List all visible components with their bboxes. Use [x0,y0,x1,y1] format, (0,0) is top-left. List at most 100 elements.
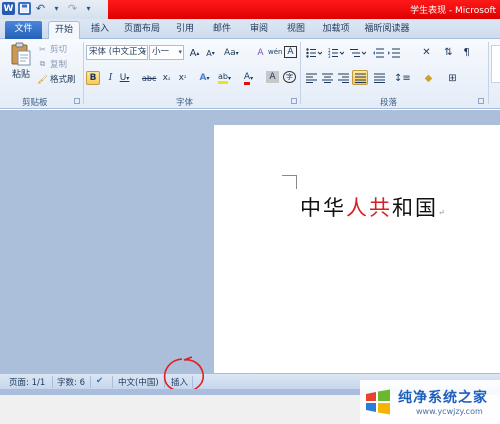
window-title: 学生表现 - Microsoft [410,6,496,16]
tab-mailings[interactable]: 邮件 [208,21,236,39]
italic-button[interactable]: I [104,71,117,85]
clear-formatting-button[interactable]: A [254,46,267,60]
italic-label: I [108,73,113,83]
multilevel-list-icon[interactable] [350,48,366,58]
scissors-icon: ✂ [39,44,46,54]
format-painter-icon: 🖌 [37,74,48,84]
tab-foxit-reader[interactable]: 福昕阅读器 [361,21,413,39]
tab-insert[interactable]: 插入 [86,21,114,39]
status-divider [112,376,113,388]
font-color-button[interactable]: A ▾ [242,71,255,85]
subscript-button[interactable]: x₂ [160,71,173,85]
shading-icon[interactable]: ◆ [422,71,435,85]
font-size-combo[interactable]: 小一 ▾ [149,45,184,60]
text-segment: 和国 [392,196,438,220]
undo-dropdown-icon[interactable]: ▾ [50,2,63,15]
word-app-icon[interactable]: W [2,2,15,15]
superscript-button[interactable]: x² [176,71,189,85]
character-shading-button[interactable]: A [266,71,279,83]
proofing-icon[interactable]: ✔ [96,376,103,386]
status-word-count[interactable]: 字数: 6 [57,376,85,388]
tab-file[interactable]: 文件 [5,21,42,39]
styles-gallery[interactable] [491,45,500,83]
change-case-label: Aa [224,48,236,58]
margin-crop-mark [282,175,296,176]
chevron-down-icon: ▾ [206,74,210,82]
show-hide-marks-icon[interactable]: ¶ [460,45,473,59]
chevron-down-icon: ▾ [227,74,231,82]
clipboard-group-label: 剪贴板 [22,98,48,108]
decrease-indent-icon[interactable] [372,48,384,58]
highlight-button[interactable]: ab ▾ [218,71,231,85]
font-name-combo[interactable]: 宋体 (中文正文 ▾ [86,45,148,60]
justify-icon [354,73,366,83]
paragraph-launcher-icon[interactable] [478,98,484,104]
clipboard-launcher-icon[interactable] [74,98,80,104]
underline-label: U [119,73,127,83]
character-border-button[interactable]: A [284,46,297,58]
status-divider [90,376,91,388]
clear-formatting-label: A [257,48,264,58]
align-left-icon[interactable] [306,73,317,83]
grow-font-button[interactable]: A ▴ [188,46,201,60]
strikethrough-button[interactable]: abc [142,71,156,85]
phonetic-guide-label: wén [268,48,283,56]
enclose-characters-label: 字 [286,73,293,81]
document-text[interactable]: 中华人共和国↵ [300,192,445,222]
justify-button[interactable] [352,70,368,85]
watermark-title: 纯净系统之家 [398,390,488,406]
borders-icon[interactable]: ⊞ [446,71,459,85]
text-effects-button[interactable]: A ▾ [198,71,211,85]
grow-font-up-icon: ▴ [196,49,200,57]
status-page-count[interactable]: 页面: 1/1 [9,376,45,388]
redo-icon[interactable]: ↷ [66,2,79,15]
increase-indent-icon[interactable] [388,48,400,58]
superscript-mark-icon: ² [183,74,187,82]
status-divider [52,376,53,388]
tab-page-layout[interactable]: 页面布局 [120,21,164,39]
text-effects-label: A [199,73,207,83]
font-launcher-icon[interactable] [291,98,297,104]
sort-icon[interactable]: ⇅ [442,45,455,59]
quick-access-toolbar: W ↶ ▾ ↷ ▾ [2,2,95,15]
enclose-characters-button[interactable]: 字 [283,71,296,83]
change-case-button[interactable]: Aa ▾ [224,46,239,60]
site-watermark: 纯净系统之家 www.ycwjzy.com [360,380,500,424]
undo-icon[interactable]: ↶ [34,2,47,15]
format-painter-label: 格式刷 [50,75,76,85]
text-segment-red: 人共 [346,196,392,220]
tab-addins[interactable]: 加载项 [318,21,354,39]
customize-qat-icon[interactable]: ▾ [82,2,95,15]
tab-view[interactable]: 视图 [282,21,310,39]
cut-button[interactable]: ✂ 剪切 [38,43,67,56]
distributed-icon[interactable] [374,73,385,83]
paste-icon[interactable] [10,42,32,66]
tab-references[interactable]: 引用 [171,21,199,39]
grow-font-label: A [189,47,197,59]
tab-review[interactable]: 审阅 [245,21,273,39]
status-language[interactable]: 中文(中国) [118,376,159,388]
tab-home[interactable]: 开始 [48,21,80,39]
align-center-icon[interactable] [322,73,333,83]
numbering-icon[interactable]: 123 [328,48,344,58]
character-border-label: A [287,47,294,57]
ribbon: 粘贴 ✂ 剪切 ⧉ 复制 🖌 格式刷 剪贴板 宋体 (中文正文 ▾ 小一 ▾ A… [0,39,500,109]
line-spacing-icon[interactable]: ↕≡ [394,71,411,85]
align-right-icon[interactable] [338,73,349,83]
paste-button[interactable]: 粘贴 [12,67,30,80]
bullets-icon[interactable] [306,48,322,58]
subscript-mark-icon: ₂ [167,74,171,82]
shrink-font-button[interactable]: A ▾ [204,46,217,60]
margin-crop-mark [296,175,297,189]
title-bar: W ↶ ▾ ↷ ▾ 学生表现 - Microsoft [0,0,500,19]
chinese-layout-icon[interactable]: ✕ [420,45,433,59]
format-painter-button[interactable]: 🖌 格式刷 [37,73,76,86]
phonetic-guide-button[interactable]: wén [268,45,282,59]
chevron-down-icon: ▾ [250,74,254,82]
document-page[interactable] [214,125,500,373]
bold-button[interactable]: B [86,71,100,85]
underline-button[interactable]: U ▾ [118,71,131,85]
copy-button[interactable]: ⧉ 复制 [38,58,67,70]
character-shading-label: A [269,72,276,82]
save-icon[interactable] [18,2,31,15]
